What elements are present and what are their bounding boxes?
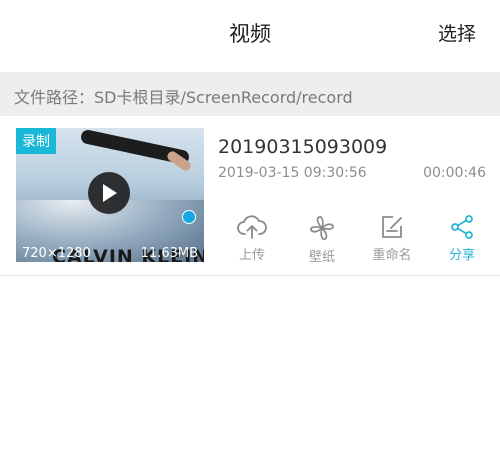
cloud-upload-icon	[237, 215, 267, 239]
video-duration: 00:00:46	[423, 165, 486, 181]
share-button[interactable]: 分享	[432, 214, 492, 268]
hd-icon	[182, 210, 196, 224]
file-path-bar: 文件路径：SD卡根目录/ScreenRecord/record	[0, 72, 500, 116]
rename-button[interactable]: 重命名	[362, 214, 422, 268]
play-button[interactable]	[88, 172, 130, 214]
wallpaper-button[interactable]: 壁纸	[292, 214, 352, 268]
video-list-item[interactable]: CALVIN KLEIN 录制 720×1280 11.63MB 2019031…	[0, 116, 500, 276]
play-icon	[103, 184, 117, 202]
video-name: 20190315093009	[218, 136, 388, 158]
file-path-text: 文件路径：SD卡根目录/ScreenRecord/record	[14, 88, 353, 107]
recorded-badge: 录制	[16, 128, 56, 154]
upload-label: 上传	[238, 248, 265, 263]
share-icon	[451, 215, 473, 239]
top-bar: 视频 选择	[0, 0, 500, 68]
action-bar: 上传 壁纸 重命名 分享	[218, 214, 500, 274]
wallpaper-label: 壁纸	[308, 250, 335, 265]
select-button[interactable]: 选择	[438, 19, 476, 46]
video-date: 2019-03-15 09:30:56	[218, 165, 367, 181]
rename-icon	[382, 216, 402, 238]
video-file-size: 11.63MB	[140, 246, 198, 261]
upload-button[interactable]: 上传	[222, 214, 282, 268]
video-thumbnail[interactable]: CALVIN KLEIN 录制 720×1280 11.63MB	[16, 128, 204, 262]
rename-label: 重命名	[372, 248, 412, 263]
video-resolution: 720×1280	[22, 246, 91, 261]
wallpaper-icon	[310, 216, 334, 240]
page-title: 视频	[229, 22, 271, 46]
share-label: 分享	[448, 248, 475, 263]
